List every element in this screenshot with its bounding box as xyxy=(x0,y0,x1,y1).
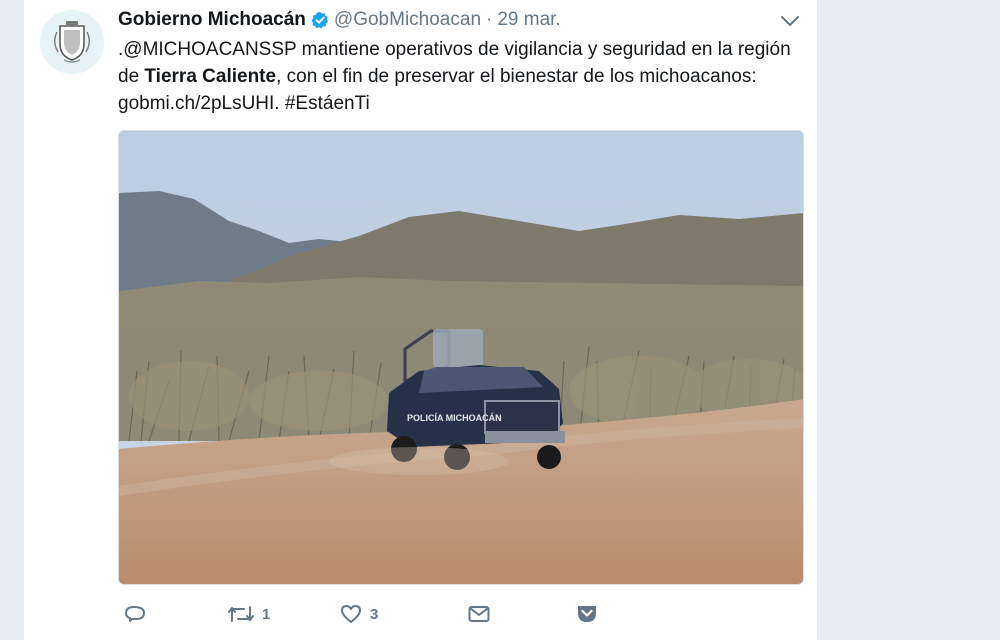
tweet-text-prefix: de xyxy=(118,66,145,87)
verified-badge-icon xyxy=(311,11,329,29)
tweet-text: .@MICHOACANSSP mantiene operativos de vi… xyxy=(118,36,808,117)
coat-of-arms-logo xyxy=(40,10,104,74)
reply-icon xyxy=(124,603,146,625)
tweet-card: Gobierno Michoacán @GobMichoacan · 29 ma… xyxy=(24,0,817,640)
retweet-icon xyxy=(228,603,254,625)
tweet-text-line-1: .@MICHOACANSSP mantiene operativos de vi… xyxy=(118,39,791,60)
tweet-text-line-2: de Tierra Caliente, con el fin de preser… xyxy=(118,63,808,90)
profile-avatar[interactable] xyxy=(40,10,104,74)
reply-button[interactable] xyxy=(124,600,154,628)
tweet-date[interactable]: 29 mar. xyxy=(497,9,560,31)
retweet-button[interactable]: 1 xyxy=(228,600,270,628)
vehicle-label: POLICÍA MICHOACÁN xyxy=(407,413,502,423)
chevron-down-icon[interactable] xyxy=(780,14,800,28)
separator-dot: · xyxy=(486,9,493,30)
tweet-text-bold: Tierra Caliente xyxy=(144,66,277,87)
retweet-count: 1 xyxy=(262,605,271,623)
envelope-icon xyxy=(468,605,490,623)
tweet-photo[interactable]: POLICÍA MICHOACÁN xyxy=(118,130,804,585)
like-button[interactable]: 3 xyxy=(340,600,378,628)
save-to-pocket-button[interactable] xyxy=(576,600,598,628)
like-count: 3 xyxy=(370,605,379,623)
direct-message-button[interactable] xyxy=(468,600,490,628)
tweet-text-line-3[interactable]: gobmi.ch/2pLsUHI. #EstáenTi xyxy=(118,90,808,117)
user-handle[interactable]: @GobMichoacan xyxy=(334,9,481,31)
tweet-header: Gobierno Michoacán @GobMichoacan · 29 ma… xyxy=(118,8,561,32)
display-name[interactable]: Gobierno Michoacán xyxy=(118,9,306,31)
tweet-actions: 1 3 xyxy=(118,600,618,628)
heart-icon xyxy=(340,604,362,624)
tweet-text-suffix: , con el fin de preservar el bienestar d… xyxy=(276,66,757,87)
pocket-icon xyxy=(576,604,598,624)
